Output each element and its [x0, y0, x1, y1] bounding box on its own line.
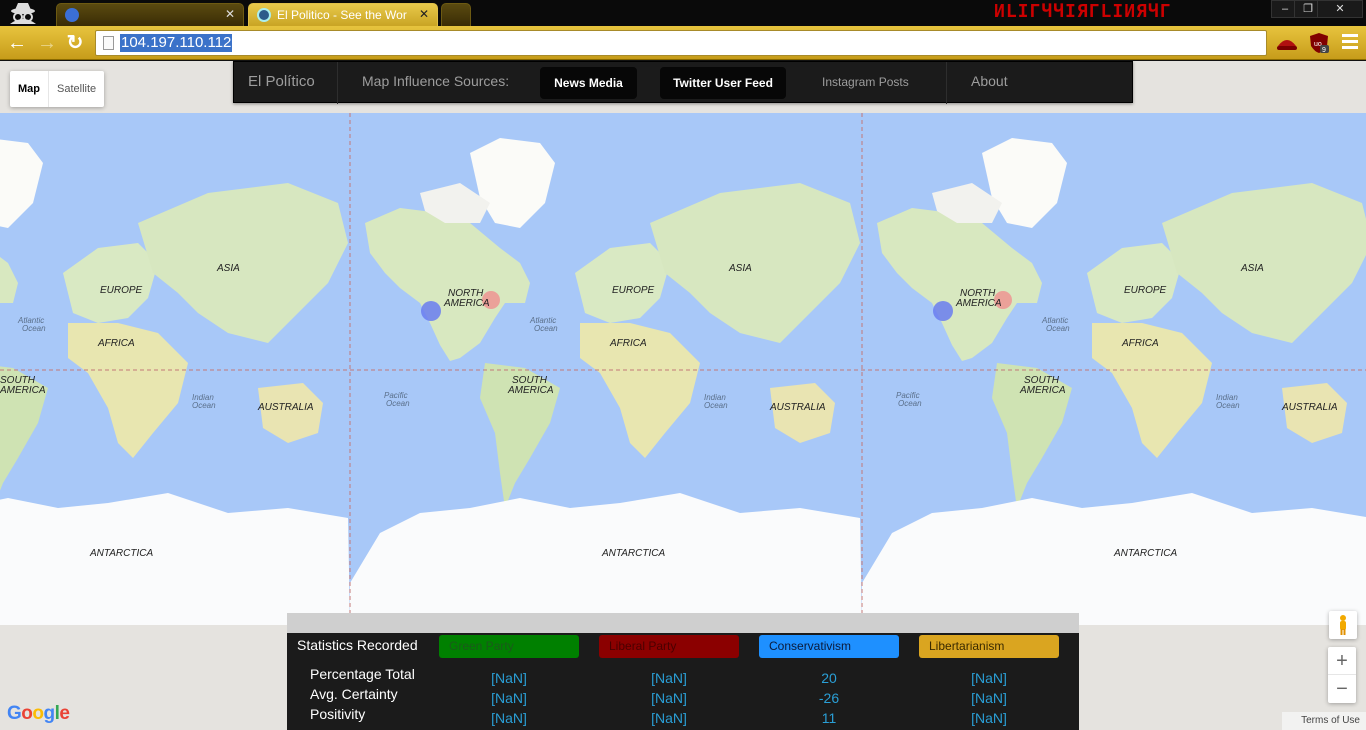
politico-favicon-icon [257, 8, 271, 22]
map-label: EUROPE [612, 285, 655, 296]
instagram-posts-link[interactable]: Instagram Posts [822, 75, 909, 89]
svg-text:9: 9 [1322, 47, 1326, 54]
ocean-label: Ocean [192, 401, 216, 410]
stat-value: [NaN] [651, 670, 687, 686]
map-label: ASIA [728, 263, 752, 274]
statistics-panel: Statistics Recorded Green Party Liberal … [287, 613, 1079, 730]
about-link[interactable]: About [971, 73, 1008, 89]
map-label: AMERICA [1019, 385, 1066, 396]
google-logo: Google [7, 703, 70, 724]
tab-1[interactable]: ✕ [56, 3, 244, 26]
stat-value: [NaN] [491, 670, 527, 686]
map-label: ASIA [1240, 263, 1264, 274]
ocean-label: Ocean [22, 324, 46, 333]
map-label: EUROPE [100, 285, 143, 296]
map-label: ANTARCTICA [601, 548, 665, 559]
tab-title: El Politico - See the World [277, 8, 407, 22]
stat-value: [NaN] [971, 710, 1007, 726]
stats-heading: Statistics Recorded [297, 637, 418, 653]
browser-toolbar: ← → ↻ 104.197.110.112 uo 9 [0, 26, 1366, 60]
stat-value: [NaN] [491, 710, 527, 726]
back-icon[interactable]: ← [5, 31, 29, 55]
tab-el-politico[interactable]: El Politico - See the World ✕ [248, 3, 438, 26]
twitter-feed-button[interactable]: Twitter User Feed [660, 67, 786, 99]
theme-brand-text: ИLIГЧЧIЯГLIИЯЧГ [994, 1, 1172, 22]
map-label: ANTARCTICA [1113, 548, 1177, 559]
map-marker-blue[interactable] [421, 301, 441, 321]
ublock-icon[interactable]: uo 9 [1308, 32, 1330, 54]
stat-value: -26 [818, 690, 840, 706]
address-text[interactable]: 104.197.110.112 [120, 34, 233, 52]
map-type-control: Map Satellite [10, 71, 105, 107]
map-label: AMERICA [507, 385, 554, 396]
ocean-label: Ocean [386, 399, 410, 408]
ocean-label: Ocean [704, 401, 728, 410]
map-type-satellite-button[interactable]: Satellite [49, 71, 104, 107]
stat-value: [NaN] [491, 690, 527, 706]
stat-value: [NaN] [971, 690, 1007, 706]
close-window-button[interactable]: ✕ [1317, 0, 1363, 18]
zoom-in-button[interactable]: + [1328, 647, 1356, 675]
row-label-percentage: Percentage Total [310, 666, 415, 682]
tab-strip: ✕ El Politico - See the World ✕ ИLIГЧЧIЯ… [0, 0, 1366, 26]
chrome-icon [65, 8, 79, 22]
pegman-icon[interactable] [1329, 611, 1357, 639]
page-icon [103, 36, 114, 50]
ocean-label: Ocean [1046, 324, 1070, 333]
stats-panel-handle[interactable] [287, 613, 1079, 633]
zoom-control: + − [1328, 647, 1356, 703]
ocean-label: Ocean [534, 324, 558, 333]
map-label: ANTARCTICA [89, 548, 153, 559]
map-label: ASIA [216, 263, 240, 274]
page: ASIA ASIA ASIA EUROPE EUROPE EUROPE AFRI… [0, 61, 1366, 730]
map-marker-blue[interactable] [933, 301, 953, 321]
navbar-brand[interactable]: El Político [248, 73, 315, 90]
top-navbar: El Político Map Influence Sources: News … [233, 61, 1133, 104]
map-label: AUSTRALIA [769, 402, 826, 413]
map-canvas: ASIA ASIA ASIA EUROPE EUROPE EUROPE AFRI… [0, 113, 1366, 625]
stat-value: [NaN] [651, 690, 687, 706]
ocean-label: Ocean [1216, 401, 1240, 410]
party-liberal: Liberal Party [599, 635, 739, 658]
chrome-menu-icon[interactable] [1342, 34, 1358, 50]
map-label: AUSTRALIA [1281, 402, 1338, 413]
map-label: EUROPE [1124, 285, 1167, 296]
map-label: AMERICA [955, 298, 1002, 309]
new-tab-button[interactable] [441, 3, 471, 26]
map-type-map-button[interactable]: Map [10, 71, 49, 107]
party-conservativism: Conservativism [759, 635, 899, 658]
stat-value: 20 [821, 670, 837, 686]
close-tab-icon[interactable]: ✕ [419, 7, 429, 21]
reload-icon[interactable]: ↻ [63, 31, 87, 55]
close-tab-icon[interactable]: ✕ [225, 7, 235, 21]
hat-extension-icon[interactable] [1276, 32, 1298, 54]
incognito-icon [10, 3, 36, 24]
party-green: Green Party [439, 635, 579, 658]
stat-value: [NaN] [651, 710, 687, 726]
world-map[interactable]: ASIA ASIA ASIA EUROPE EUROPE EUROPE AFRI… [0, 113, 1366, 625]
party-libertarianism: Libertarianism [919, 635, 1059, 658]
map-label: AUSTRALIA [257, 402, 314, 413]
news-media-button[interactable]: News Media [540, 67, 637, 99]
navbar-divider [946, 62, 947, 104]
stat-value: 11 [821, 710, 837, 726]
map-label: AFRICA [97, 338, 135, 349]
map-label: AMERICA [0, 385, 46, 396]
row-label-positivity: Positivity [310, 706, 366, 722]
map-label: AFRICA [609, 338, 647, 349]
zoom-out-button[interactable]: − [1328, 675, 1356, 703]
map-label: AFRICA [1121, 338, 1159, 349]
address-bar[interactable]: 104.197.110.112 [95, 30, 1267, 56]
terms-of-use-link[interactable]: Terms of Use [1282, 712, 1366, 730]
forward-icon[interactable]: → [35, 31, 59, 55]
navbar-divider [337, 62, 338, 104]
sources-label: Map Influence Sources: [362, 73, 510, 89]
ocean-label: Ocean [898, 399, 922, 408]
row-label-certainty: Avg. Certainty [310, 686, 398, 702]
map-label: AMERICA [443, 298, 490, 309]
stat-value: [NaN] [971, 670, 1007, 686]
